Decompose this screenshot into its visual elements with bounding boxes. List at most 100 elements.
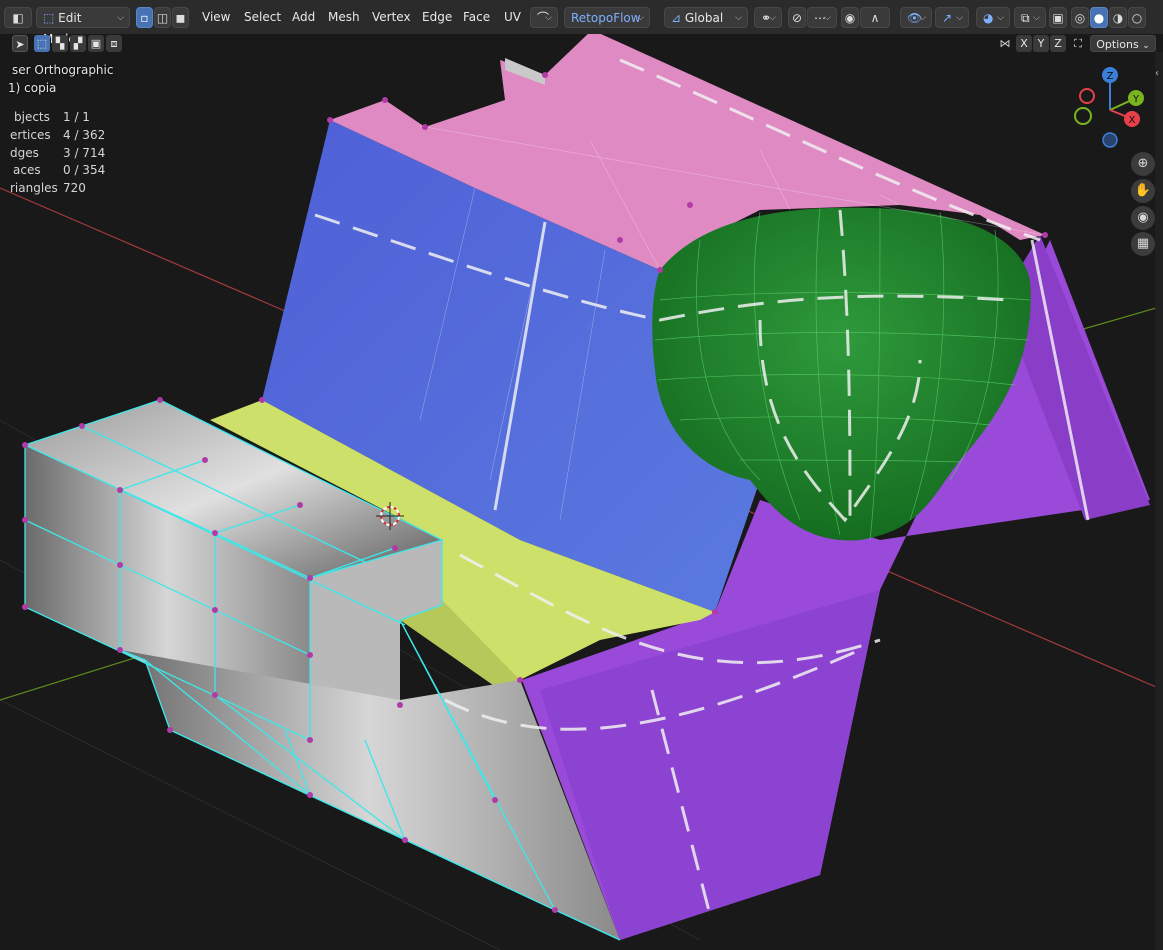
edge-mode-button[interactable]: ◫ — [154, 7, 171, 28]
perspective-toggle-button[interactable]: ▦ — [1131, 232, 1155, 256]
mesh-overlay-icon: ⧉ — [1021, 11, 1030, 25]
retopoflow-dropdown[interactable]: RetopoFlow — [564, 7, 650, 29]
overlay-dropdown[interactable]: ◕ — [976, 7, 1010, 29]
chevron-down-icon: ⌄ — [1142, 41, 1150, 51]
vertex-mode-button[interactable]: ▫ — [136, 7, 153, 28]
snap-target-dropdown[interactable]: ⋯ — [807, 7, 837, 29]
select-tool-button[interactable]: ➤ — [12, 35, 28, 52]
orientation-label: Global — [684, 11, 724, 25]
mirror-z-toggle[interactable]: Z — [1050, 35, 1066, 52]
orientation-icon: ⊿ — [671, 11, 685, 25]
menu-uv[interactable]: UV — [497, 7, 528, 28]
stat-triangles-value: 720 — [63, 181, 86, 195]
menu-select[interactable]: Select — [237, 7, 288, 28]
mirror-icon: ⋈ — [999, 37, 1011, 50]
stat-triangles-label: riangles — [10, 181, 58, 195]
sidebar-toggle-icon[interactable]: ‹ — [1155, 68, 1159, 79]
face-mode-icon: ◼ — [175, 11, 186, 25]
stat-vertices-label: ertices — [10, 128, 51, 142]
hand-icon: ✋ — [1134, 183, 1152, 198]
visibility-dropdown[interactable]: 👁 — [900, 7, 932, 29]
select-mode-new[interactable]: ⬚ — [34, 35, 50, 52]
stat-edges-value: 3 / 714 — [63, 146, 106, 160]
select-mode-invert[interactable]: ▣ — [88, 35, 104, 52]
editor-type-icon: ◧ — [12, 11, 24, 25]
stat-vertices-value: 4 / 362 — [63, 128, 106, 142]
stat-edges-label: dges — [10, 146, 39, 160]
axis-green-line-right — [1079, 305, 1163, 331]
pivot-dropdown[interactable]: ⚭ — [754, 7, 782, 29]
curve-tool-dropdown[interactable]: ⌒ — [530, 7, 558, 29]
menu-face[interactable]: Face — [456, 7, 497, 28]
menu-view[interactable]: View — [195, 7, 237, 28]
shading-wire-icon: ◎ — [1074, 11, 1086, 25]
select-mode-subtract[interactable]: ▞ — [70, 35, 86, 52]
extend-icon: ▚ — [55, 37, 65, 50]
gizmo-y-label: Y — [1132, 94, 1140, 105]
3d-viewport[interactable]: ◧ ⬚ Edit Mode ▫ ◫ ◼ View Select Add Mesh… — [0, 0, 1163, 950]
stat-objects-value: 1 / 1 — [63, 110, 90, 124]
stat-objects-label: bjects — [14, 110, 50, 124]
camera-icon: ◉ — [1137, 210, 1149, 225]
snap-icon: ⊘ — [791, 11, 803, 25]
zoom-icon: ⊕ — [1137, 156, 1149, 171]
face-mode-button[interactable]: ◼ — [172, 7, 189, 28]
edge-mode-icon: ◫ — [156, 11, 169, 25]
shading-solid-button[interactable]: ● — [1090, 7, 1108, 28]
curve-icon: ⌒ — [537, 11, 550, 25]
mirror-y-toggle[interactable]: Y — [1033, 35, 1049, 52]
scene-svg — [0, 27, 1163, 950]
intersect-icon: ⧈ — [110, 37, 118, 50]
overlay-icon: ◕ — [983, 11, 994, 25]
camera-view-button[interactable]: ◉ — [1131, 206, 1155, 230]
shading-render-icon: ○ — [1131, 11, 1143, 25]
xray-toggle[interactable]: ▣ — [1049, 7, 1067, 28]
stat-faces-value: 0 / 354 — [63, 163, 106, 177]
menu-edge[interactable]: Edge — [415, 7, 459, 28]
gizmo-dropdown[interactable]: ↗ — [935, 7, 969, 29]
view-name: ser Orthographic — [12, 63, 114, 77]
box-select-icon: ⬚ — [36, 37, 48, 50]
grid-icon: ▦ — [1136, 236, 1150, 251]
vertex-mode-icon: ▫ — [140, 11, 149, 25]
xray-icon: ▣ — [1052, 11, 1064, 25]
gizmo-x-label: X — [1129, 115, 1136, 126]
shading-material-button[interactable]: ◑ — [1109, 7, 1127, 28]
proportional-toggle[interactable]: ◉ — [841, 7, 859, 28]
snap-target-icon: ⋯ — [814, 11, 826, 25]
object-name: 1) copia — [8, 81, 57, 95]
pivot-icon: ⚭ — [761, 11, 772, 25]
gizmo-icon: ↗ — [942, 11, 953, 25]
mirror-icon-button[interactable]: ⋈ — [996, 35, 1014, 52]
navigation-gizmo[interactable]: Z Y X — [1074, 64, 1144, 154]
proportional-icon: ◉ — [844, 11, 856, 25]
editor-type-button[interactable]: ◧ — [4, 7, 32, 28]
options-label: Options — [1096, 38, 1139, 51]
select-mode-extend[interactable]: ▚ — [52, 35, 68, 52]
stat-faces-label: aces — [13, 163, 41, 177]
mesh-edit-overlay-dropdown[interactable]: ⧉ — [1014, 7, 1046, 29]
autokey-icon: ⛶ — [1074, 37, 1082, 50]
menu-vertex[interactable]: Vertex — [365, 7, 418, 28]
visibility-icon: 👁 — [907, 11, 923, 25]
shading-solid-icon: ● — [1093, 11, 1105, 25]
shading-render-button[interactable]: ○ — [1128, 7, 1146, 28]
sidebar-edge[interactable] — [1155, 52, 1163, 950]
mode-dropdown[interactable]: ⬚ Edit Mode — [36, 7, 130, 46]
menu-add[interactable]: Add — [285, 7, 322, 28]
falloff-button[interactable]: ∧ — [860, 7, 890, 28]
options-dropdown[interactable]: Options ⌄ — [1090, 35, 1156, 52]
menu-mesh[interactable]: Mesh — [321, 7, 367, 28]
zoom-button[interactable]: ⊕ — [1131, 152, 1155, 176]
snap-toggle[interactable]: ⊘ — [788, 7, 806, 28]
orientation-dropdown[interactable]: ⊿ Global — [664, 7, 748, 29]
viewport-header: ◧ ⬚ Edit Mode ▫ ◫ ◼ View Select Add Mesh… — [0, 0, 1163, 46]
mirror-x-toggle[interactable]: X — [1016, 35, 1032, 52]
select-mode-intersect[interactable]: ⧈ — [106, 35, 122, 52]
shading-wire-button[interactable]: ◎ — [1071, 7, 1089, 28]
subtract-icon: ▞ — [73, 37, 83, 50]
pan-button[interactable]: ✋ — [1131, 179, 1155, 203]
invert-icon: ▣ — [90, 37, 102, 50]
autokey-button[interactable]: ⛶ — [1070, 35, 1086, 52]
retopoflow-label: RetopoFlow — [571, 11, 641, 25]
